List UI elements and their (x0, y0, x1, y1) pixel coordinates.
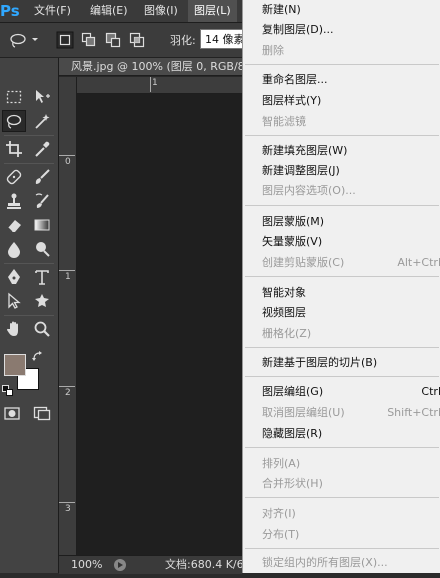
pen-tool-icon[interactable] (2, 266, 26, 288)
menu-item-new-adjustment-layer[interactable]: 新建调整图层(J) (243, 161, 440, 181)
menu-item-layer-style[interactable]: 图层样式(Y) (243, 91, 440, 111)
gradient-tool-icon[interactable] (30, 214, 54, 236)
menu-item-duplicate-layer[interactable]: 复制图层(D)... (243, 20, 440, 40)
zoom-level[interactable]: 100% (71, 556, 102, 574)
status-bar: 100% 文档:680.4 K/680 (59, 555, 258, 574)
ruler-label: 3 (65, 504, 71, 514)
menu-item-rasterize[interactable]: 栅格化(Z) (243, 324, 440, 344)
menu-layer[interactable]: 图层(L) (188, 0, 237, 22)
menu-item-distribute[interactable]: 分布(T) (243, 525, 440, 545)
canvas[interactable] (77, 94, 242, 555)
menu-item-layer-mask[interactable]: 图层蒙版(M) (243, 212, 440, 232)
dodge-tool-icon[interactable] (30, 238, 54, 260)
add-selection-icon[interactable] (80, 31, 98, 49)
menu-item-create-clipping-mask[interactable]: 创建剪贴蒙版(C) Alt+Ctrl (243, 253, 440, 273)
layer-menu: 新建(N) 复制图层(D)... 删除 重命名图层... 图层样式(Y) 智能滤… (242, 0, 440, 573)
zoom-tool-icon[interactable] (30, 318, 54, 340)
blur-tool-icon[interactable] (2, 238, 26, 260)
magic-wand-tool-icon[interactable] (30, 110, 54, 132)
healing-brush-tool-icon[interactable] (2, 166, 26, 188)
menu-item-new[interactable]: 新建(N) (243, 0, 440, 20)
menu-divider (245, 205, 439, 206)
menu-item-vector-mask[interactable]: 矢量蒙版(V) (243, 232, 440, 252)
eyedropper-tool-icon[interactable] (30, 138, 54, 160)
menu-item-layer-content-options[interactable]: 图层内容选项(O)... (243, 181, 440, 201)
status-menu-icon[interactable] (113, 558, 127, 572)
document-tab[interactable]: 风景.jpg @ 100% (图层 0, RGB/8 (59, 58, 242, 76)
eraser-tool-icon[interactable] (2, 214, 26, 236)
menu-item-smart-object[interactable]: 智能对象 (243, 283, 440, 303)
menu-item-rename-layer[interactable]: 重命名图层... (243, 70, 440, 90)
swap-colors-icon[interactable] (32, 350, 44, 362)
menu-divider (245, 497, 439, 498)
menu-divider (245, 376, 439, 377)
menu-item-smart-filter[interactable]: 智能滤镜 (243, 112, 440, 132)
toolbox-divider (4, 163, 54, 164)
menu-item-align[interactable]: 对齐(I) (243, 504, 440, 524)
intersect-selection-icon[interactable] (128, 31, 146, 49)
menu-divider (245, 64, 439, 65)
menu-item-hide-layers[interactable]: 隐藏图层(R) (243, 424, 440, 444)
menu-divider (245, 276, 439, 277)
menu-file[interactable]: 文件(F) (28, 0, 77, 22)
menu-item-combine-shapes[interactable]: 合并形状(H) (243, 474, 440, 494)
feather-input[interactable]: 14 像素 (200, 29, 244, 49)
menu-item-new-layer-based-slice[interactable]: 新建基于图层的切片(B) (243, 353, 440, 373)
menu-image[interactable]: 图像(I) (138, 0, 184, 22)
default-colors-icon[interactable] (2, 385, 14, 397)
history-brush-tool-icon[interactable] (30, 190, 54, 212)
menu-divider (245, 447, 439, 448)
document-window: 风景.jpg @ 100% (图层 0, RGB/8 1 0 1 2 3 100… (59, 58, 258, 574)
menu-item-new-fill-layer[interactable]: 新建填充图层(W) (243, 141, 440, 161)
marquee-tool-icon[interactable] (2, 86, 26, 108)
menu-item-lock-all-layers-in-group[interactable]: 锁定组内的所有图层(X)... (243, 553, 440, 573)
toolbox-divider (4, 315, 54, 316)
custom-shape-tool-icon[interactable] (30, 290, 54, 312)
hand-tool-icon[interactable] (2, 318, 26, 340)
path-selection-tool-icon[interactable] (2, 290, 26, 312)
ruler-label: 0 (65, 157, 71, 167)
menu-item-group-layers[interactable]: 图层编组(G) Ctrl (243, 382, 440, 402)
menu-divider (245, 347, 439, 348)
lasso-tool-icon[interactable] (2, 110, 26, 132)
new-selection-icon[interactable] (56, 31, 74, 49)
screen-mode-icon[interactable] (30, 402, 54, 424)
menu-item-ungroup-layers[interactable]: 取消图层编组(U) Shift+Ctrl (243, 403, 440, 423)
horizontal-ruler[interactable]: 1 (76, 77, 242, 94)
subtract-selection-icon[interactable] (104, 31, 122, 49)
quick-mask-icon[interactable] (0, 402, 24, 424)
ruler-label: 2 (65, 388, 71, 398)
feather-label: 羽化: (170, 34, 196, 47)
vertical-ruler[interactable]: 0 1 2 3 (59, 77, 77, 555)
brush-tool-icon[interactable] (30, 166, 54, 188)
menu-edit[interactable]: 编辑(E) (84, 0, 134, 22)
menu-item-delete[interactable]: 删除 (243, 41, 440, 61)
lasso-preset-icon[interactable] (8, 31, 38, 49)
ruler-label: 1 (65, 272, 71, 282)
app-logo: Ps (0, 2, 20, 20)
toolbox-divider (4, 135, 54, 136)
type-tool-icon[interactable] (30, 266, 54, 288)
menu-divider (245, 548, 439, 549)
foreground-color-swatch[interactable] (4, 354, 26, 376)
menu-item-arrange[interactable]: 排列(A) (243, 454, 440, 474)
ruler-label: 1 (152, 78, 158, 88)
move-tool-icon[interactable] (30, 86, 54, 108)
menu-item-video-layer[interactable]: 视频图层 (243, 303, 440, 323)
crop-tool-icon[interactable] (2, 138, 26, 160)
menu-divider (245, 135, 439, 136)
toolbox-divider (4, 263, 54, 264)
toolbox (0, 58, 59, 573)
clone-stamp-tool-icon[interactable] (2, 190, 26, 212)
